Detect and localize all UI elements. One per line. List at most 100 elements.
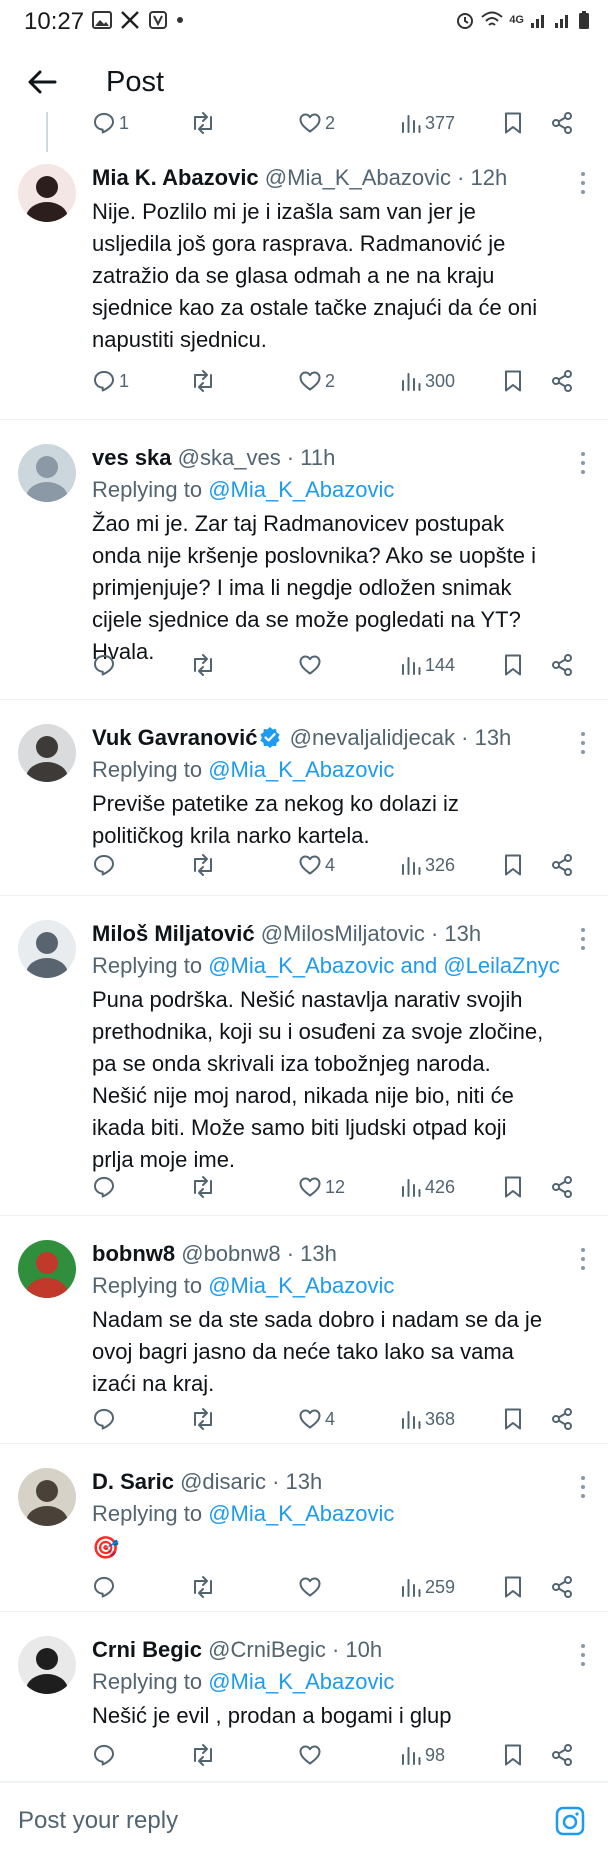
bookmark-button[interactable] — [502, 850, 524, 880]
author-handle[interactable]: @disaric · 13h — [180, 1469, 322, 1494]
like-button[interactable] — [298, 650, 325, 680]
like-button[interactable] — [298, 1572, 325, 1602]
views-button[interactable]: 98 — [400, 1740, 445, 1770]
repost-button[interactable] — [190, 1572, 216, 1602]
reply-button[interactable]: 1 — [92, 112, 129, 138]
reply-button[interactable] — [92, 850, 119, 880]
like-button[interactable]: 4 — [298, 1404, 335, 1434]
views-button[interactable]: 368 — [400, 1404, 455, 1434]
tweet-text: Nije. Pozlilo mi je i izašla sam van jer… — [92, 196, 592, 356]
bookmark-button[interactable] — [502, 1740, 524, 1770]
replying-mention[interactable]: @Mia_K_Abazovic — [208, 1501, 394, 1526]
author-name[interactable]: D. Saric — [92, 1469, 174, 1494]
repost-button[interactable] — [190, 1404, 216, 1434]
repost-button[interactable] — [190, 1740, 216, 1770]
repost-button[interactable] — [190, 650, 216, 680]
like-button[interactable]: 2 — [298, 366, 335, 396]
views-button[interactable]: 259 — [400, 1572, 455, 1602]
repost-icon — [194, 854, 212, 876]
views-button[interactable]: 144 — [400, 650, 455, 680]
reply-input[interactable]: Post your reply — [18, 1807, 178, 1835]
repost-button[interactable] — [190, 112, 216, 138]
repost-icon — [194, 1744, 212, 1766]
replying-mention[interactable]: @Mia_K_Abazovic — [208, 1669, 394, 1694]
views-button[interactable]: 426 — [400, 1172, 455, 1202]
view-count: 144 — [425, 654, 456, 675]
avatar[interactable] — [18, 1468, 76, 1526]
reply-bar[interactable]: Post your reply — [0, 1782, 608, 1860]
reply-count: 1 — [119, 112, 130, 133]
camera-icon[interactable] — [554, 1805, 586, 1837]
tweet[interactable]: Miloš Miljatović @MilosMiljatovic · 13h … — [0, 896, 608, 1216]
author-handle[interactable]: @bobnw8 · 13h — [181, 1241, 337, 1266]
bookmark-button[interactable] — [502, 366, 524, 396]
tweet[interactable]: D. Saric @disaric · 13h Replying to @Mia… — [0, 1444, 608, 1612]
author-name[interactable]: Mia K. Abazovic — [92, 165, 259, 190]
avatar[interactable] — [18, 1240, 76, 1298]
tweet[interactable]: Crni Begic @CrniBegic · 10h Replying to … — [0, 1612, 608, 1782]
reply-button[interactable] — [92, 1172, 119, 1202]
avatar[interactable] — [18, 444, 76, 502]
avatar[interactable] — [18, 164, 76, 222]
reply-button[interactable] — [92, 650, 119, 680]
like-button[interactable] — [298, 1740, 325, 1770]
replying-mention[interactable]: @Mia_K_Abazovic and @LeilaZnyc — [208, 953, 560, 978]
tweet-text-line: sjednice kao za ostale tačke znajući da … — [92, 295, 538, 320]
reply-button[interactable] — [92, 1740, 119, 1770]
tweet[interactable]: Vuk Gavranović @nevaljalidjecak · 13h Re… — [0, 700, 608, 896]
author-handle[interactable]: @ska_ves · 11h — [178, 445, 336, 470]
author-name[interactable]: ves ska — [92, 445, 172, 470]
bookmark-button[interactable] — [502, 650, 524, 680]
replying-mention[interactable]: @Mia_K_Abazovic — [208, 477, 394, 502]
avatar[interactable] — [18, 724, 76, 782]
repost-button[interactable] — [190, 366, 216, 396]
share-button[interactable] — [550, 366, 574, 396]
share-button[interactable] — [550, 650, 574, 680]
tweet[interactable]: Mia K. Abazovic @Mia_K_Abazovic · 12h Ni… — [0, 140, 608, 420]
share-button[interactable] — [550, 1404, 574, 1434]
author-name[interactable]: Crni Begic — [92, 1637, 202, 1662]
author-handle[interactable]: @Mia_K_Abazovic · 12h — [265, 165, 507, 190]
repost-button[interactable] — [190, 1172, 216, 1202]
bookmark-button[interactable] — [502, 1572, 524, 1602]
replying-mention[interactable]: @Mia_K_Abazovic — [208, 1273, 394, 1298]
repost-icon — [194, 654, 212, 676]
bookmark-button[interactable] — [502, 1404, 524, 1434]
repost-button[interactable] — [190, 850, 216, 880]
tweet[interactable]: bobnw8 @bobnw8 · 13h Replying to @Mia_K_… — [0, 1216, 608, 1444]
author-handle[interactable]: @CrniBegic · 10h — [208, 1637, 382, 1662]
replying-mention[interactable]: @Mia_K_Abazovic — [208, 757, 394, 782]
author-name[interactable]: Miloš Miljatović — [92, 921, 255, 946]
like-button[interactable]: 12 — [298, 1172, 345, 1202]
share-button[interactable] — [550, 1572, 574, 1602]
author-name[interactable]: Vuk Gavranović — [92, 725, 257, 750]
bookmark-button[interactable] — [502, 1172, 524, 1202]
replying-to: Replying to @Mia_K_Abazovic and @LeilaZn… — [92, 950, 592, 982]
tweet-header: bobnw8 @bobnw8 · 13h — [92, 1238, 592, 1270]
wifi-icon — [481, 11, 503, 26]
replying-to: Replying to @Mia_K_Abazovic — [92, 1666, 592, 1698]
share-button[interactable] — [550, 850, 574, 880]
tweet[interactable]: ves ska @ska_ves · 11h Replying to @Mia_… — [0, 420, 608, 700]
back-button[interactable] — [22, 62, 62, 102]
bookmark-button[interactable] — [502, 112, 524, 138]
share-button[interactable] — [550, 1172, 574, 1202]
author-handle[interactable]: @nevaljalidjecak · 13h — [290, 725, 512, 750]
reply-button[interactable] — [92, 1572, 119, 1602]
share-button[interactable] — [550, 112, 574, 138]
author-name[interactable]: bobnw8 — [92, 1241, 175, 1266]
author-handle[interactable]: @MilosMiljatovic · 13h — [261, 921, 481, 946]
reply-button[interactable]: 1 — [92, 366, 129, 396]
views-button[interactable]: 300 — [400, 366, 455, 396]
reply-button[interactable] — [92, 1404, 119, 1434]
avatar[interactable] — [18, 1636, 76, 1694]
reply-icon — [94, 113, 114, 134]
avatar[interactable] — [18, 920, 76, 978]
views-button[interactable]: 326 — [400, 850, 455, 880]
share-button[interactable] — [550, 1740, 574, 1770]
views-button[interactable]: 377 — [400, 112, 455, 138]
like-button[interactable]: 4 — [298, 850, 335, 880]
x-logo-icon — [121, 11, 139, 29]
heart-icon — [299, 1409, 321, 1429]
like-button[interactable]: 2 — [298, 112, 335, 138]
